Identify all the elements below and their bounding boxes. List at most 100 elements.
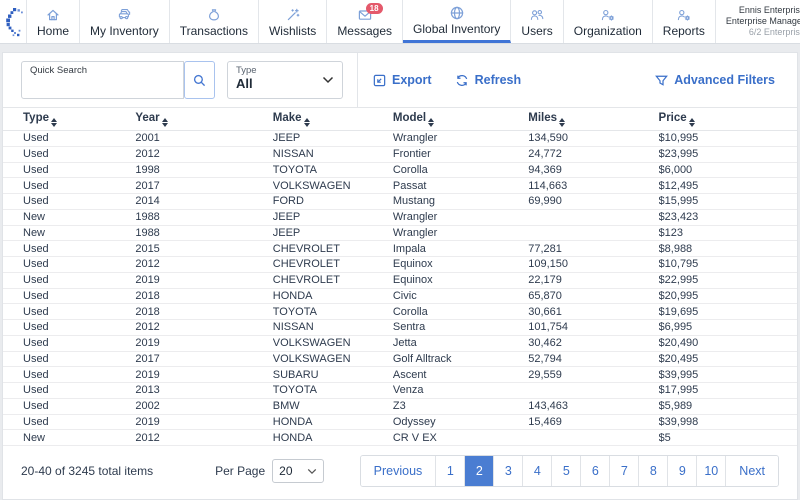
previous-page-button[interactable]: Previous xyxy=(360,456,437,486)
column-header-model[interactable]: Model xyxy=(392,107,529,131)
quick-search-input[interactable] xyxy=(30,78,175,92)
table-cell: HONDA xyxy=(272,414,393,431)
table-cell xyxy=(528,209,659,226)
table-row[interactable]: New 2012 HONDA CR V EX $5 xyxy=(3,429,797,446)
table-row[interactable]: Used 2019 SUBARU Ascent 29,559 $39,995 xyxy=(3,366,797,383)
table-row[interactable]: Used 2013 TOYOTA Venza $17,995 xyxy=(3,382,797,399)
per-page-select[interactable]: 20 xyxy=(272,459,325,483)
table-cell: SUBARU xyxy=(272,366,393,383)
refresh-icon xyxy=(454,73,470,88)
tab-my-inventory[interactable]: My Inventory xyxy=(80,0,170,43)
table-cell: Used xyxy=(3,351,136,368)
page-button-3[interactable]: 3 xyxy=(494,456,524,486)
refresh-button[interactable]: Refresh xyxy=(454,73,521,88)
table-row[interactable]: Used 2012 NISSAN Sentra 101,754 $6,995 xyxy=(3,319,797,336)
table-cell: 30,661 xyxy=(528,303,659,320)
column-header-year[interactable]: Year xyxy=(135,107,273,131)
table-cell: Odyssey xyxy=(392,414,529,431)
page-button-9[interactable]: 9 xyxy=(668,456,698,486)
page-button-4[interactable]: 4 xyxy=(523,456,553,486)
table-row[interactable]: Used 2019 HONDA Odyssey 15,469 $39,998 xyxy=(3,414,797,431)
table-row[interactable]: Used 2014 FORD Mustang 69,990 $15,995 xyxy=(3,193,797,210)
table-cell: Corolla xyxy=(392,162,529,179)
tab-global-inventory[interactable]: Global Inventory xyxy=(403,0,512,43)
table-row[interactable]: Used 2015 CHEVROLET Impala 77,281 $8,988 xyxy=(3,240,797,257)
search-button[interactable] xyxy=(184,61,215,99)
table-cell: CHEVROLET xyxy=(272,256,393,273)
table-row[interactable]: Used 2001 JEEP Wrangler 134,590 $10,995 xyxy=(3,130,797,147)
column-header-price[interactable]: Price xyxy=(658,107,797,131)
table-cell: 2001 xyxy=(135,130,273,147)
filter-divider xyxy=(357,53,358,107)
globe-icon xyxy=(449,5,465,21)
table-cell: $5 xyxy=(658,429,797,446)
table-row[interactable]: Used 2012 NISSAN Frontier 24,772 $23,995 xyxy=(3,146,797,163)
column-header-miles[interactable]: Miles xyxy=(528,107,659,131)
table-cell: $6,995 xyxy=(658,319,797,336)
tab-transactions[interactable]: Transactions xyxy=(169,0,259,43)
table-row[interactable]: Used 2017 VOLKSWAGEN Golf Alltrack 52,794 $20… xyxy=(3,351,797,368)
column-header-type[interactable]: Type xyxy=(3,107,136,131)
users-icon xyxy=(529,7,545,23)
column-label: Model xyxy=(392,111,427,124)
table-cell: 65,870 xyxy=(528,288,659,305)
table-row[interactable]: Used 2017 VOLKSWAGEN Passat 114,663 $12,495 xyxy=(3,177,797,194)
table-row[interactable]: Used 2019 CHEVROLET Equinox 22,179 $22,995 xyxy=(3,272,797,289)
tab-reports[interactable]: Reports xyxy=(652,0,716,43)
table-cell: Used xyxy=(3,193,136,210)
table-row[interactable]: New 1988 JEEP Wrangler $123 xyxy=(3,225,797,242)
page-button-1[interactable]: 1 xyxy=(436,456,466,486)
inventory-card: Quick Search Type All Export Refresh Adv… xyxy=(2,52,798,500)
table-row[interactable]: Used 1998 TOYOTA Corolla 94,369 $6,000 xyxy=(3,162,797,179)
column-label: Type xyxy=(23,111,49,124)
table-cell: Wrangler xyxy=(392,209,529,226)
page-button-5[interactable]: 5 xyxy=(552,456,582,486)
table-row[interactable]: Used 2019 VOLKSWAGEN Jetta 30,462 $20,490 xyxy=(3,335,797,352)
table-cell: Used xyxy=(3,130,136,147)
total-items-text: 20-40 of 3245 total items xyxy=(21,464,154,478)
tab-label: Wishlists xyxy=(268,23,317,38)
table-cell: Used xyxy=(3,240,136,257)
page-button-10[interactable]: 10 xyxy=(697,456,727,486)
table-row[interactable]: Used 2018 HONDA Civic 65,870 $20,995 xyxy=(3,288,797,305)
table-row[interactable]: Used 2018 TOYOTA Corolla 30,661 $19,695 xyxy=(3,303,797,320)
table-cell: TOYOTA xyxy=(272,303,393,320)
table-cell: 30,462 xyxy=(528,335,659,352)
table-row[interactable]: Used 2012 CHEVROLET Equinox 109,150 $10,795 xyxy=(3,256,797,273)
page-button-8[interactable]: 8 xyxy=(639,456,669,486)
table-cell: 2019 xyxy=(135,272,273,289)
tab-wishlists[interactable]: Wishlists xyxy=(258,0,328,43)
table-cell: 2019 xyxy=(135,366,273,383)
table-cell: JEEP xyxy=(272,130,393,147)
app-logo[interactable] xyxy=(0,0,27,43)
table-cell: Used xyxy=(3,288,136,305)
export-button[interactable]: Export xyxy=(372,73,432,88)
page-button-2[interactable]: 2 xyxy=(465,456,495,486)
tab-home[interactable]: Home xyxy=(27,0,81,43)
table-cell: Used xyxy=(3,398,136,415)
table-cell: BMW xyxy=(272,398,393,415)
page-button-7[interactable]: 7 xyxy=(610,456,640,486)
table-cell: 2012 xyxy=(135,429,273,446)
table-cell: $123 xyxy=(658,225,797,242)
chevron-down-icon xyxy=(307,468,317,475)
quick-search-field[interactable]: Quick Search xyxy=(21,61,184,99)
tab-organization[interactable]: Organization xyxy=(563,0,653,43)
tab-users[interactable]: Users xyxy=(511,0,564,43)
type-select[interactable]: Type All xyxy=(227,61,343,99)
cars-icon xyxy=(116,7,132,23)
table-cell: $10,995 xyxy=(658,130,797,147)
table-cell: 24,772 xyxy=(528,146,659,163)
advanced-filters-button[interactable]: Advanced Filters xyxy=(654,73,775,88)
next-page-button[interactable]: Next xyxy=(726,456,778,486)
table-footer: 20-40 of 3245 total items Per Page 20 Pr… xyxy=(3,446,797,499)
tab-label: Reports xyxy=(662,23,705,38)
per-page-label: Per Page xyxy=(215,464,266,478)
column-header-make[interactable]: Make xyxy=(272,107,393,131)
tab-messages[interactable]: 18 Messages xyxy=(327,0,404,43)
table-row[interactable]: Used 2002 BMW Z3 143,463 $5,989 xyxy=(3,398,797,415)
table-row[interactable]: New 1988 JEEP Wrangler $23,423 xyxy=(3,209,797,226)
pixel-logo-icon xyxy=(6,7,23,36)
messages-badge: 18 xyxy=(365,2,383,14)
page-button-6[interactable]: 6 xyxy=(581,456,611,486)
